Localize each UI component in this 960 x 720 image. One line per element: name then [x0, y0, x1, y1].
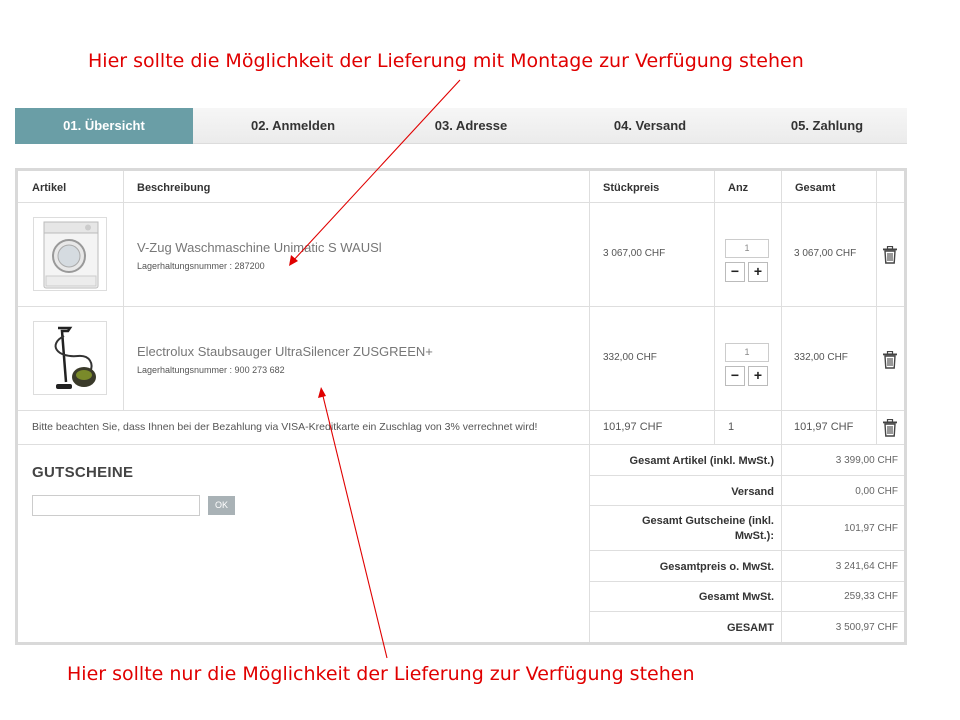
checkout-steps: 01. Übersicht 02. Anmelden 03. Adresse 0… [15, 108, 907, 144]
unit-price: 332,00 CHF [603, 352, 657, 363]
step-login[interactable]: 02. Anmelden [193, 108, 393, 144]
summary-label: Versand [731, 486, 774, 498]
summary-value: 0,00 CHF [855, 486, 898, 497]
summary-label-total: GESAMT [726, 622, 774, 634]
header-artikel: Artikel [32, 182, 67, 194]
product-name[interactable]: V-Zug Waschmaschine Unimatic S WAUSl [137, 240, 382, 255]
cart-table: Artikel Beschreibung Stückpreis Anz Gesa… [15, 168, 907, 645]
voucher-ok-button[interactable]: OK [208, 496, 235, 515]
header-beschreibung: Beschreibung [137, 182, 211, 194]
header-anz: Anz [728, 182, 749, 194]
summary-label: Gesamt Artikel (inkl. MwSt.) [629, 455, 774, 467]
header-stueckpreis: Stückpreis [603, 182, 660, 194]
surcharge-note: Bitte beachten Sie, dass Ihnen bei der B… [32, 421, 538, 433]
annotation-top: Hier sollte die Möglichkeit der Lieferun… [88, 50, 804, 72]
summary-value: 3 241,64 CHF [835, 561, 898, 572]
quantity-input[interactable]: 1 [725, 239, 769, 258]
summary-label: Gesamt Gutscheine (inkl. [641, 515, 774, 527]
unit-price: 3 067,00 CHF [603, 248, 666, 259]
annotation-bottom: Hier sollte nur die Möglichkeit der Lief… [67, 663, 695, 685]
summary-label: Gesamt MwSt. [698, 591, 774, 603]
voucher-input[interactable] [32, 495, 200, 516]
quantity-decrease-button[interactable]: − [725, 262, 745, 282]
step-shipping[interactable]: 04. Versand [550, 108, 750, 144]
voucher-title: GUTSCHEINE [32, 464, 134, 481]
quantity-input[interactable]: 1 [725, 343, 769, 362]
vacuum-cleaner-image [54, 326, 96, 389]
summary-value: 259,33 CHF [844, 591, 898, 602]
quantity-increase-button[interactable]: + [748, 262, 768, 282]
surcharge-qty: 1 [728, 421, 735, 433]
product-sku: Lagerhaltungsnummer : 900 273 682 [137, 365, 285, 375]
summary-value: 3 399,00 CHF [835, 455, 898, 466]
line-total: 3 067,00 CHF [794, 248, 857, 259]
summary-label: Gesamtpreis o. MwSt. [659, 561, 774, 573]
trash-icon[interactable] [882, 419, 898, 437]
summary-value: 101,97 CHF [844, 523, 898, 534]
summary-label-continued: MwSt.): [734, 530, 774, 542]
product-thumbnail[interactable] [33, 217, 107, 291]
product-name[interactable]: Electrolux Staubsauger UltraSilencer ZUS… [137, 344, 433, 359]
line-total: 332,00 CHF [794, 352, 848, 363]
product-sku: Lagerhaltungsnummer : 287200 [137, 261, 265, 271]
quantity-decrease-button[interactable]: − [725, 366, 745, 386]
quantity-increase-button[interactable]: + [748, 366, 768, 386]
header-gesamt: Gesamt [795, 182, 836, 194]
product-thumbnail[interactable] [33, 321, 107, 395]
trash-icon[interactable] [882, 246, 898, 264]
step-overview[interactable]: 01. Übersicht [15, 108, 193, 144]
surcharge-total: 101,97 CHF [794, 421, 854, 433]
step-address[interactable]: 03. Adresse [371, 108, 571, 144]
surcharge-price: 101,97 CHF [603, 421, 663, 433]
washing-machine-image [43, 221, 99, 289]
step-payment[interactable]: 05. Zahlung [727, 108, 927, 144]
summary-value-total: 3 500,97 CHF [835, 622, 898, 633]
trash-icon[interactable] [882, 351, 898, 369]
